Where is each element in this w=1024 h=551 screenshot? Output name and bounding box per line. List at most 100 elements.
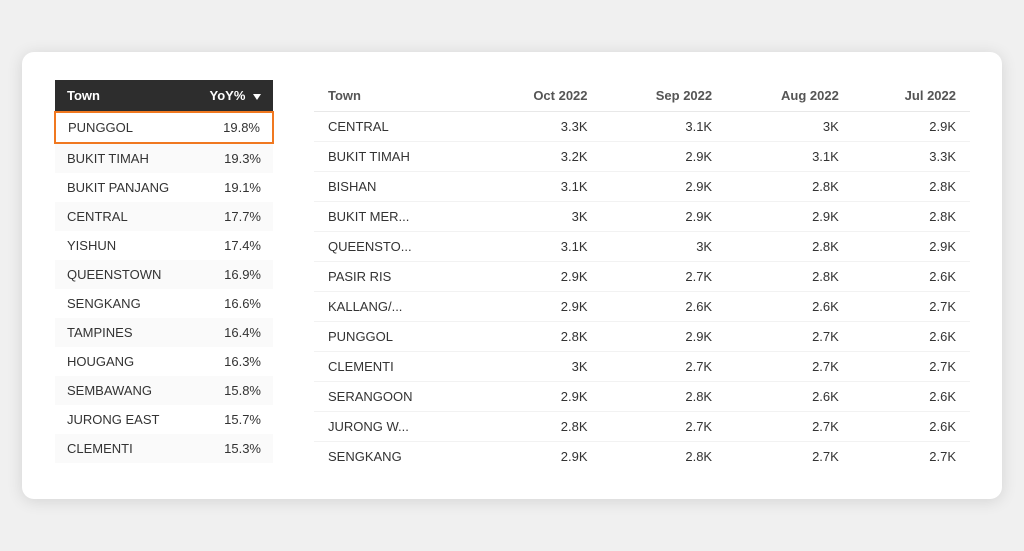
left-table-row[interactable]: HOUGANG 16.3% <box>55 347 273 376</box>
right-jul-cell: 2.7K <box>853 352 970 382</box>
right-panel: TownOct 2022Sep 2022Aug 2022Jul 2022 CEN… <box>314 80 970 471</box>
right-town-cell: JURONG W... <box>314 412 480 442</box>
right-col-3: Aug 2022 <box>726 80 853 112</box>
right-col-2: Sep 2022 <box>602 80 727 112</box>
right-oct-cell: 2.9K <box>480 382 601 412</box>
right-aug-cell: 2.8K <box>726 262 853 292</box>
right-oct-cell: 2.9K <box>480 262 601 292</box>
left-yoy-cell: 17.7% <box>191 202 273 231</box>
right-town-cell: SENGKANG <box>314 442 480 472</box>
left-table-row[interactable]: PUNGGOL 19.8% <box>55 112 273 143</box>
left-table-row[interactable]: TAMPINES 16.4% <box>55 318 273 347</box>
left-yoy-cell: 15.7% <box>191 405 273 434</box>
left-table-row[interactable]: SENGKANG 16.6% <box>55 289 273 318</box>
left-table-row[interactable]: SEMBAWANG 15.8% <box>55 376 273 405</box>
left-yoy-cell: 17.4% <box>191 231 273 260</box>
left-yoy-cell: 16.6% <box>191 289 273 318</box>
right-table-row: BUKIT MER... 3K 2.9K 2.9K 2.8K <box>314 202 970 232</box>
right-aug-cell: 2.9K <box>726 202 853 232</box>
left-table-row[interactable]: BUKIT TIMAH 19.3% <box>55 143 273 173</box>
right-col-1: Oct 2022 <box>480 80 601 112</box>
right-aug-cell: 2.7K <box>726 442 853 472</box>
right-table-row: SENGKANG 2.9K 2.8K 2.7K 2.7K <box>314 442 970 472</box>
left-yoy-cell: 19.3% <box>191 143 273 173</box>
right-town-cell: KALLANG/... <box>314 292 480 322</box>
right-oct-cell: 3.3K <box>480 112 601 142</box>
right-table-row: CLEMENTI 3K 2.7K 2.7K 2.7K <box>314 352 970 382</box>
right-table-row: KALLANG/... 2.9K 2.6K 2.6K 2.7K <box>314 292 970 322</box>
right-oct-cell: 2.9K <box>480 292 601 322</box>
left-panel: Town YoY% PUNGGOL 19.8% BUKIT TIMAH 19.3… <box>54 80 274 471</box>
right-sep-cell: 2.8K <box>602 382 727 412</box>
left-table-row[interactable]: BUKIT PANJANG 19.1% <box>55 173 273 202</box>
right-town-cell: CENTRAL <box>314 112 480 142</box>
right-aug-cell: 2.6K <box>726 382 853 412</box>
right-jul-cell: 2.7K <box>853 442 970 472</box>
left-yoy-cell: 16.9% <box>191 260 273 289</box>
right-sep-cell: 3.1K <box>602 112 727 142</box>
right-aug-cell: 3.1K <box>726 142 853 172</box>
left-town-cell: CLEMENTI <box>55 434 191 463</box>
right-aug-cell: 2.8K <box>726 172 853 202</box>
right-jul-cell: 2.6K <box>853 262 970 292</box>
left-yoy-cell: 16.3% <box>191 347 273 376</box>
right-oct-cell: 3K <box>480 202 601 232</box>
right-sep-cell: 2.8K <box>602 442 727 472</box>
left-town-cell: JURONG EAST <box>55 405 191 434</box>
left-town-cell: SENGKANG <box>55 289 191 318</box>
right-town-cell: BUKIT MER... <box>314 202 480 232</box>
left-table-row[interactable]: CENTRAL 17.7% <box>55 202 273 231</box>
left-table-row[interactable]: JURONG EAST 15.7% <box>55 405 273 434</box>
right-oct-cell: 3K <box>480 352 601 382</box>
right-jul-cell: 2.6K <box>853 382 970 412</box>
right-sep-cell: 2.9K <box>602 142 727 172</box>
right-aug-cell: 2.6K <box>726 292 853 322</box>
left-table: Town YoY% PUNGGOL 19.8% BUKIT TIMAH 19.3… <box>54 80 274 463</box>
right-jul-cell: 2.6K <box>853 322 970 352</box>
left-town-cell: CENTRAL <box>55 202 191 231</box>
right-sep-cell: 2.7K <box>602 352 727 382</box>
right-table-row: CENTRAL 3.3K 3.1K 3K 2.9K <box>314 112 970 142</box>
left-yoy-cell: 19.8% <box>191 112 273 143</box>
left-table-row[interactable]: QUEENSTOWN 16.9% <box>55 260 273 289</box>
right-sep-cell: 2.7K <box>602 412 727 442</box>
right-table-row: QUEENSTO... 3.1K 3K 2.8K 2.9K <box>314 232 970 262</box>
right-oct-cell: 3.1K <box>480 172 601 202</box>
right-table: TownOct 2022Sep 2022Aug 2022Jul 2022 CEN… <box>314 80 970 471</box>
right-town-cell: CLEMENTI <box>314 352 480 382</box>
left-town-cell: YISHUN <box>55 231 191 260</box>
right-sep-cell: 2.9K <box>602 202 727 232</box>
left-town-cell: PUNGGOL <box>55 112 191 143</box>
left-col-town: Town <box>55 80 191 112</box>
right-town-cell: BUKIT TIMAH <box>314 142 480 172</box>
right-jul-cell: 2.6K <box>853 412 970 442</box>
right-town-cell: SERANGOON <box>314 382 480 412</box>
right-col-0: Town <box>314 80 480 112</box>
sort-icon <box>253 94 261 100</box>
left-yoy-cell: 16.4% <box>191 318 273 347</box>
left-table-row[interactable]: CLEMENTI 15.3% <box>55 434 273 463</box>
right-aug-cell: 2.7K <box>726 412 853 442</box>
right-jul-cell: 2.9K <box>853 232 970 262</box>
right-sep-cell: 3K <box>602 232 727 262</box>
right-oct-cell: 2.8K <box>480 412 601 442</box>
right-sep-cell: 2.9K <box>602 172 727 202</box>
right-sep-cell: 2.6K <box>602 292 727 322</box>
right-jul-cell: 2.8K <box>853 202 970 232</box>
main-card: Town YoY% PUNGGOL 19.8% BUKIT TIMAH 19.3… <box>22 52 1002 499</box>
left-town-cell: SEMBAWANG <box>55 376 191 405</box>
left-col-yoy[interactable]: YoY% <box>191 80 273 112</box>
right-aug-cell: 2.8K <box>726 232 853 262</box>
right-oct-cell: 2.8K <box>480 322 601 352</box>
right-aug-cell: 3K <box>726 112 853 142</box>
right-aug-cell: 2.7K <box>726 352 853 382</box>
right-jul-cell: 2.7K <box>853 292 970 322</box>
right-town-cell: BISHAN <box>314 172 480 202</box>
right-aug-cell: 2.7K <box>726 322 853 352</box>
right-jul-cell: 2.9K <box>853 112 970 142</box>
right-jul-cell: 3.3K <box>853 142 970 172</box>
right-jul-cell: 2.8K <box>853 172 970 202</box>
left-town-cell: BUKIT PANJANG <box>55 173 191 202</box>
right-oct-cell: 3.1K <box>480 232 601 262</box>
left-table-row[interactable]: YISHUN 17.4% <box>55 231 273 260</box>
